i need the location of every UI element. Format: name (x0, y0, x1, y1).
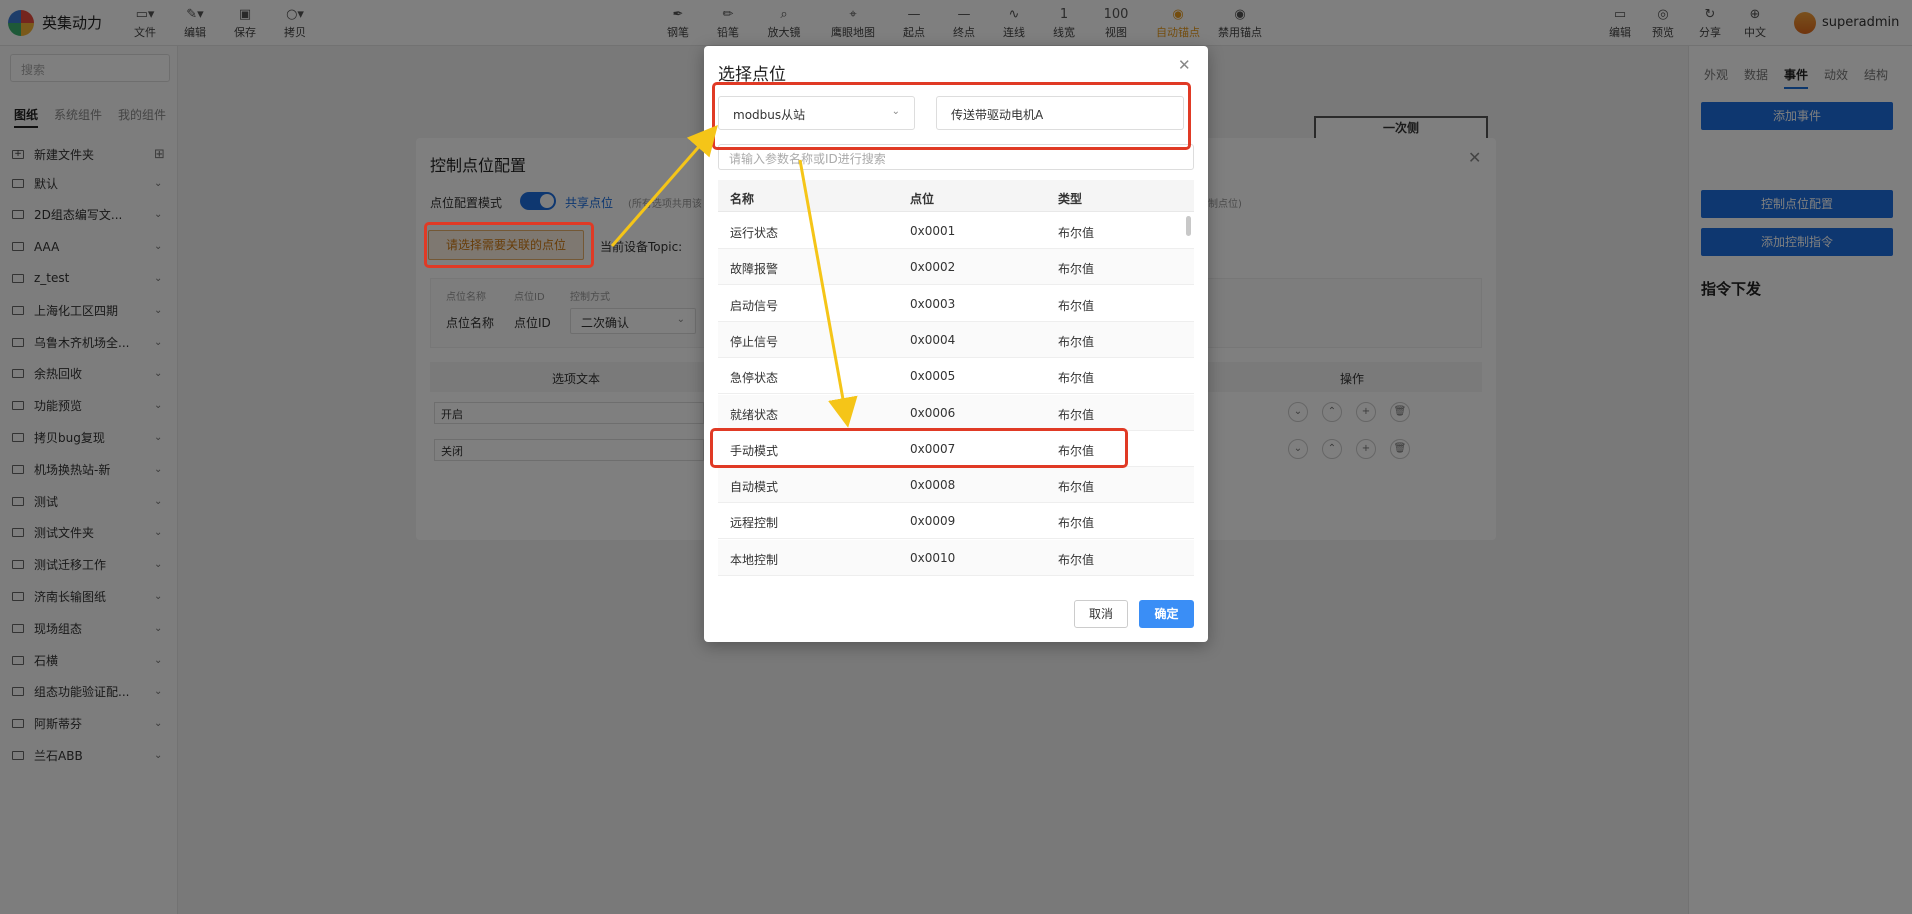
annotation-arrows (610, 124, 858, 428)
arrow-to-row (798, 159, 858, 428)
arrow-to-source (610, 124, 718, 247)
